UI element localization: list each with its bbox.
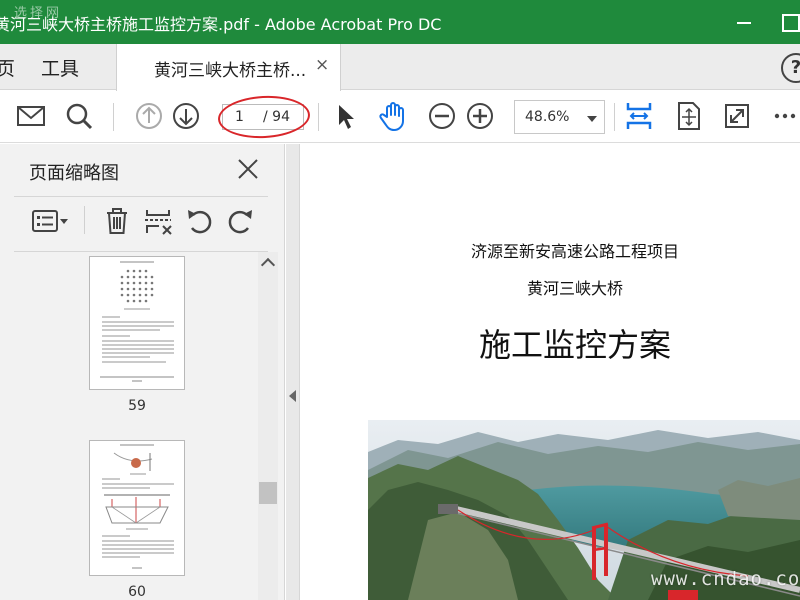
tab-bar: 页 工具 黄河三峡大桥主桥... × ? (0, 44, 800, 91)
document-bridge-line: 黄河三峡大桥 (526, 279, 623, 298)
menu-home[interactable]: 页 (0, 54, 15, 81)
thumbnail-page[interactable] (89, 256, 185, 390)
tab-close-button[interactable]: × (315, 55, 329, 75)
zoom-in-icon[interactable] (463, 99, 497, 133)
thumbnail-scrollbar[interactable] (258, 252, 278, 600)
toolbar-separator (614, 103, 615, 131)
next-page-icon[interactable] (169, 99, 203, 133)
watermark-logo: 选择网 (14, 6, 63, 21)
toolbar-separator (113, 103, 114, 131)
chevron-down-icon (587, 116, 597, 122)
select-cursor-icon[interactable] (329, 99, 363, 133)
window-title: 黄河三峡大桥主桥施工监控方案.pdf - Adobe Acrobat Pro D… (0, 15, 442, 34)
mail-icon[interactable] (14, 99, 48, 133)
prev-page-icon[interactable] (132, 99, 166, 133)
thumbnail-page[interactable] (89, 440, 185, 576)
toolbar-separator (84, 206, 85, 234)
zoom-out-icon[interactable] (425, 99, 459, 133)
scrollbar-thumb[interactable] (259, 482, 277, 504)
insert-page-icon[interactable] (143, 206, 173, 236)
thumbnail-options-icon[interactable] (30, 206, 70, 236)
fit-page-icon[interactable] (671, 99, 705, 133)
thumbnail-page-number: 59 (128, 398, 146, 414)
rotate-right-icon[interactable] (226, 206, 256, 236)
zoom-level-value: 48.6% (525, 109, 570, 125)
tab-label: 黄河三峡大桥主桥... (154, 61, 307, 81)
panel-divider (14, 196, 268, 197)
zoom-level-select[interactable]: 48.6% (514, 100, 605, 134)
panel-title: 页面缩略图 (29, 163, 119, 184)
more-icon[interactable] (768, 99, 800, 133)
full-screen-icon[interactable] (720, 99, 754, 133)
thumbnail-list: 59 60 (0, 252, 260, 600)
search-icon[interactable] (62, 99, 96, 133)
rotate-left-icon[interactable] (184, 206, 214, 236)
fit-width-icon[interactable] (622, 99, 656, 133)
thumbnail-page-number: 60 (128, 584, 146, 600)
chevron-left-icon (289, 390, 296, 402)
menu-tools[interactable]: 工具 (41, 54, 79, 81)
document-project-line: 济源至新安高速公路工程项目 (470, 242, 679, 261)
page-thumbnails-panel: 页面缩略图 59 60 (0, 144, 285, 600)
help-button[interactable]: ? (781, 53, 800, 83)
toolbar-separator (318, 103, 319, 131)
chevron-up-icon[interactable] (260, 257, 276, 273)
toolbar: 1 / 94 48.6% (0, 91, 800, 143)
title-bar: 黄河三峡大桥主桥施工监控方案.pdf - Adobe Acrobat Pro D… (0, 0, 800, 44)
hand-tool-icon[interactable] (376, 99, 410, 133)
tab-document[interactable]: 黄河三峡大桥主桥... × (116, 44, 341, 91)
minimize-button[interactable] (733, 10, 757, 34)
close-icon[interactable] (237, 158, 259, 180)
site-watermark: www.cndao.com (651, 568, 800, 590)
delete-icon[interactable] (102, 206, 132, 236)
panel-collapse-handle[interactable] (286, 144, 300, 600)
document-title: 施工监控方案 (478, 326, 671, 364)
document-page: 济源至新安高速公路工程项目 黄河三峡大桥 施工监控方案 (300, 144, 800, 600)
annotation-ring (216, 93, 312, 141)
maximize-button[interactable] (780, 10, 800, 34)
